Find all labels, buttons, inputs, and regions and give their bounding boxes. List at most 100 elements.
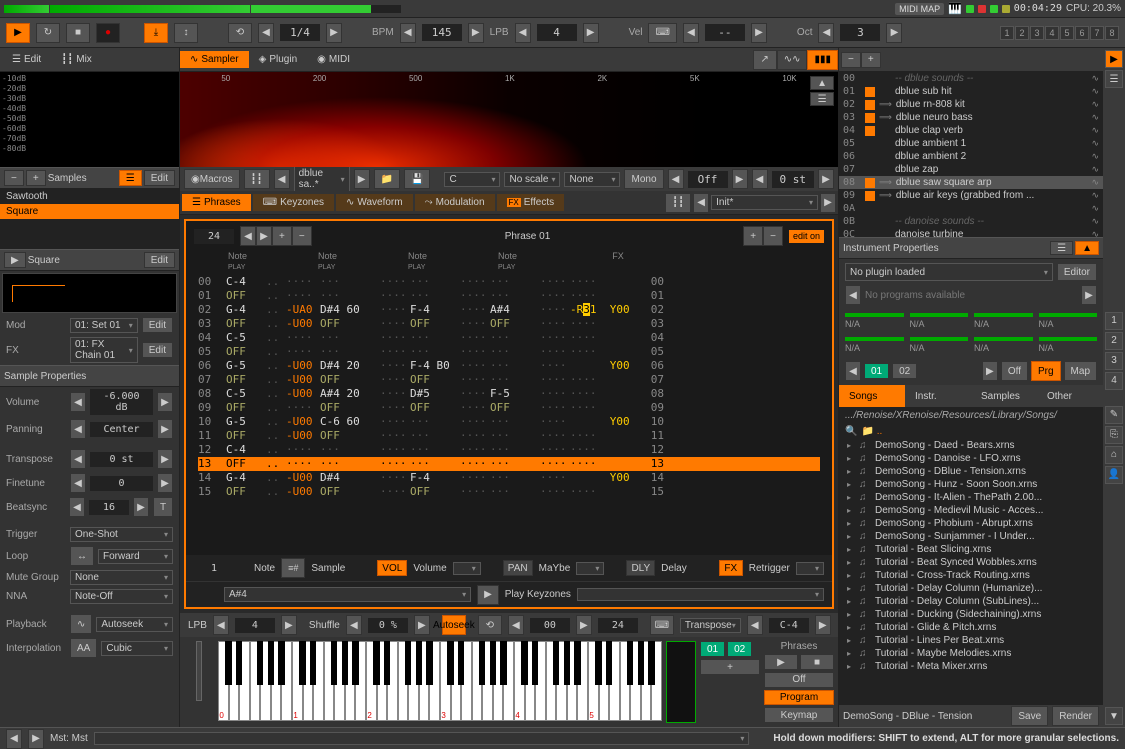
macro-page-prev[interactable]: ◀ xyxy=(845,361,861,381)
browser-file[interactable]: ▸♫Tutorial - Glide & Pitch.xrns xyxy=(839,621,1103,634)
loop-mode-button[interactable]: ⟲ xyxy=(228,23,252,43)
phrase-lpb-inc[interactable]: ▶ xyxy=(281,615,297,635)
track-group-7[interactable]: 7 xyxy=(1090,26,1104,40)
preset-select[interactable]: Init* xyxy=(711,195,818,210)
pitch-dec[interactable]: ◀ xyxy=(752,169,768,189)
key-select[interactable]: C xyxy=(444,172,500,187)
bs-inc[interactable]: ▶ xyxy=(133,497,149,517)
instrument-row[interactable]: 05dblue ambient 1∿ xyxy=(839,137,1103,150)
pan-inc[interactable]: ▶ xyxy=(157,419,173,439)
fx-menu[interactable] xyxy=(796,562,824,575)
waveform-preview[interactable] xyxy=(2,273,177,313)
browser-file[interactable]: ▸♫DemoSong - Danoise - LFO.xrns xyxy=(839,452,1103,465)
piano-keyboard[interactable]: 012345 xyxy=(218,641,662,721)
browser-file[interactable]: ▸♫Tutorial - Delay Column (Humanize)... xyxy=(839,582,1103,595)
autoseek-button[interactable]: Autoseek xyxy=(442,615,466,635)
tab-plugin[interactable]: ◈ Plugin xyxy=(249,51,308,68)
preset-next[interactable]: ▶ xyxy=(820,193,836,213)
spectrum-menu[interactable]: ☰ xyxy=(810,92,834,106)
track-group-8[interactable]: 8 xyxy=(1105,26,1119,40)
loop-icon[interactable]: ⟲ xyxy=(478,615,502,635)
vol-menu[interactable] xyxy=(453,562,481,575)
browser-file[interactable]: ▸♫DemoSong - Daed - Bears.xrns xyxy=(839,439,1103,452)
samples-list-icon-button[interactable]: ☰ xyxy=(119,170,142,186)
list-icon-button[interactable]: ┇┇ xyxy=(244,169,270,189)
instrument-row[interactable]: 0Cdanoise turbine∿ xyxy=(839,228,1103,237)
subtab-modulation[interactable]: ⤳ Modulation xyxy=(415,194,495,211)
ft-inc[interactable]: ▶ xyxy=(157,473,173,493)
instrument-row[interactable]: 0B-- danoise sounds --∿ xyxy=(839,215,1103,228)
instrument-select[interactable]: dblue sa..* xyxy=(294,166,350,192)
status-track[interactable]: Mst: Mst xyxy=(50,733,88,744)
pattern-grid[interactable]: 00C-4..·····························0001… xyxy=(186,271,832,555)
tab-mix[interactable]: ┇┇ Mix xyxy=(51,51,102,68)
play-kz-menu[interactable] xyxy=(577,588,824,601)
instr-remove[interactable]: − xyxy=(841,52,861,68)
macros-toggle[interactable]: ◉ Macros xyxy=(184,169,240,189)
sample-play-button[interactable]: ▶ xyxy=(4,252,26,268)
trigger-select[interactable]: One-Shot xyxy=(70,527,173,542)
playback-select[interactable]: Autoseek xyxy=(96,617,173,632)
browser-file[interactable]: ▸♫DemoSong - Sunjammer - I Under... xyxy=(839,530,1103,543)
lpb-inc[interactable]: ▶ xyxy=(583,23,599,43)
sample-item[interactable]: Sawtooth xyxy=(0,189,179,204)
browser-file[interactable]: ▸♫DemoSong - DBlue - Tension.xrns xyxy=(839,465,1103,478)
shuf-dec[interactable]: ◀ xyxy=(346,615,362,635)
phrase-next[interactable]: ▶ xyxy=(256,226,272,246)
phrase-editor[interactable]: 24 ◀ ▶ + − Phrase 01 + − edit on NotePLA… xyxy=(184,219,834,609)
loop-end[interactable]: 24 xyxy=(598,618,638,633)
edit-on-indicator[interactable]: edit on xyxy=(789,230,824,243)
browser-file[interactable]: ▸♫Tutorial - Beat Slicing.xrns xyxy=(839,543,1103,556)
panning-value[interactable]: Center xyxy=(90,422,153,437)
macro-slot-01[interactable]: 01 xyxy=(864,363,889,379)
subtab-effects[interactable]: FX Effects xyxy=(497,194,565,211)
vol-dec[interactable]: ◀ xyxy=(70,392,86,412)
shuf-inc[interactable]: ▶ xyxy=(414,615,430,635)
loop-fraction[interactable]: 1/4 xyxy=(280,24,320,41)
macro-slider[interactable]: N/A xyxy=(845,337,904,353)
macro-off[interactable]: Off xyxy=(1001,361,1028,381)
glide-dec[interactable]: ◀ xyxy=(668,169,684,189)
pan-tag[interactable]: PAN xyxy=(503,560,533,576)
transp-inc[interactable]: ▶ xyxy=(815,615,831,635)
macro-slider[interactable]: N/A xyxy=(910,313,969,329)
fx-edit-button[interactable]: Edit xyxy=(142,342,173,358)
phrase-stop[interactable]: ■ xyxy=(800,654,834,670)
phrase-lpb-dec[interactable]: ◀ xyxy=(213,615,229,635)
save-button[interactable]: 💾 xyxy=(404,169,430,189)
browser-tab-other[interactable]: Other xyxy=(1037,385,1103,407)
track-group-2[interactable]: 2 xyxy=(1015,26,1029,40)
glide-value[interactable]: Off xyxy=(688,171,728,188)
mod-select[interactable]: 01: Set 01 xyxy=(70,318,138,333)
keytrack-button[interactable]: ⌨ xyxy=(650,615,674,635)
instr-props-menu[interactable]: ☰ xyxy=(1050,241,1073,255)
playback-icon[interactable]: ∿ xyxy=(70,614,92,634)
status-next[interactable]: ▶ xyxy=(28,729,44,749)
browser-file[interactable]: ▸♫DemoSong - Phobium - Abrupt.xrns xyxy=(839,517,1103,530)
preset-prev[interactable]: ◀ xyxy=(693,193,709,213)
phrase-rem-col[interactable]: − xyxy=(292,226,312,246)
sample-list[interactable]: SawtoothSquare xyxy=(0,189,179,249)
instrument-row[interactable]: 02⟹dblue rn-808 kit∿ xyxy=(839,98,1103,111)
macro-slider[interactable]: N/A xyxy=(974,337,1033,353)
browser-tab-samples[interactable]: Samples xyxy=(971,385,1037,407)
basenote-select[interactable]: A#4 xyxy=(224,587,471,602)
lpb-dec[interactable]: ◀ xyxy=(515,23,531,43)
status-menu[interactable] xyxy=(94,732,750,745)
plugin-select[interactable]: No plugin loaded xyxy=(845,263,1053,281)
browser-file[interactable]: ▸♫Tutorial - Delay Column (SubLines)... xyxy=(839,595,1103,608)
slot-01[interactable]: 01 xyxy=(700,641,725,657)
velocity-slider[interactable] xyxy=(196,641,202,701)
volume-value[interactable]: -6.000 dB xyxy=(90,389,153,415)
side-tool-3[interactable]: 3 xyxy=(1105,352,1123,370)
finetune-value[interactable]: 0 xyxy=(90,476,153,491)
view-spectrum-button[interactable]: ▮▮▮ xyxy=(807,50,838,70)
oct-value[interactable]: 3 xyxy=(840,24,880,41)
loop-toggle[interactable]: ↔ xyxy=(70,546,94,566)
sample-edit-button[interactable]: Edit xyxy=(144,252,175,268)
loopend-inc[interactable]: ▶ xyxy=(576,615,592,635)
tr-dec[interactable]: ◀ xyxy=(70,449,86,469)
open-button[interactable]: 📁 xyxy=(374,169,400,189)
slot-02[interactable]: 02 xyxy=(727,641,752,657)
phrase-program[interactable]: Program xyxy=(764,690,834,706)
